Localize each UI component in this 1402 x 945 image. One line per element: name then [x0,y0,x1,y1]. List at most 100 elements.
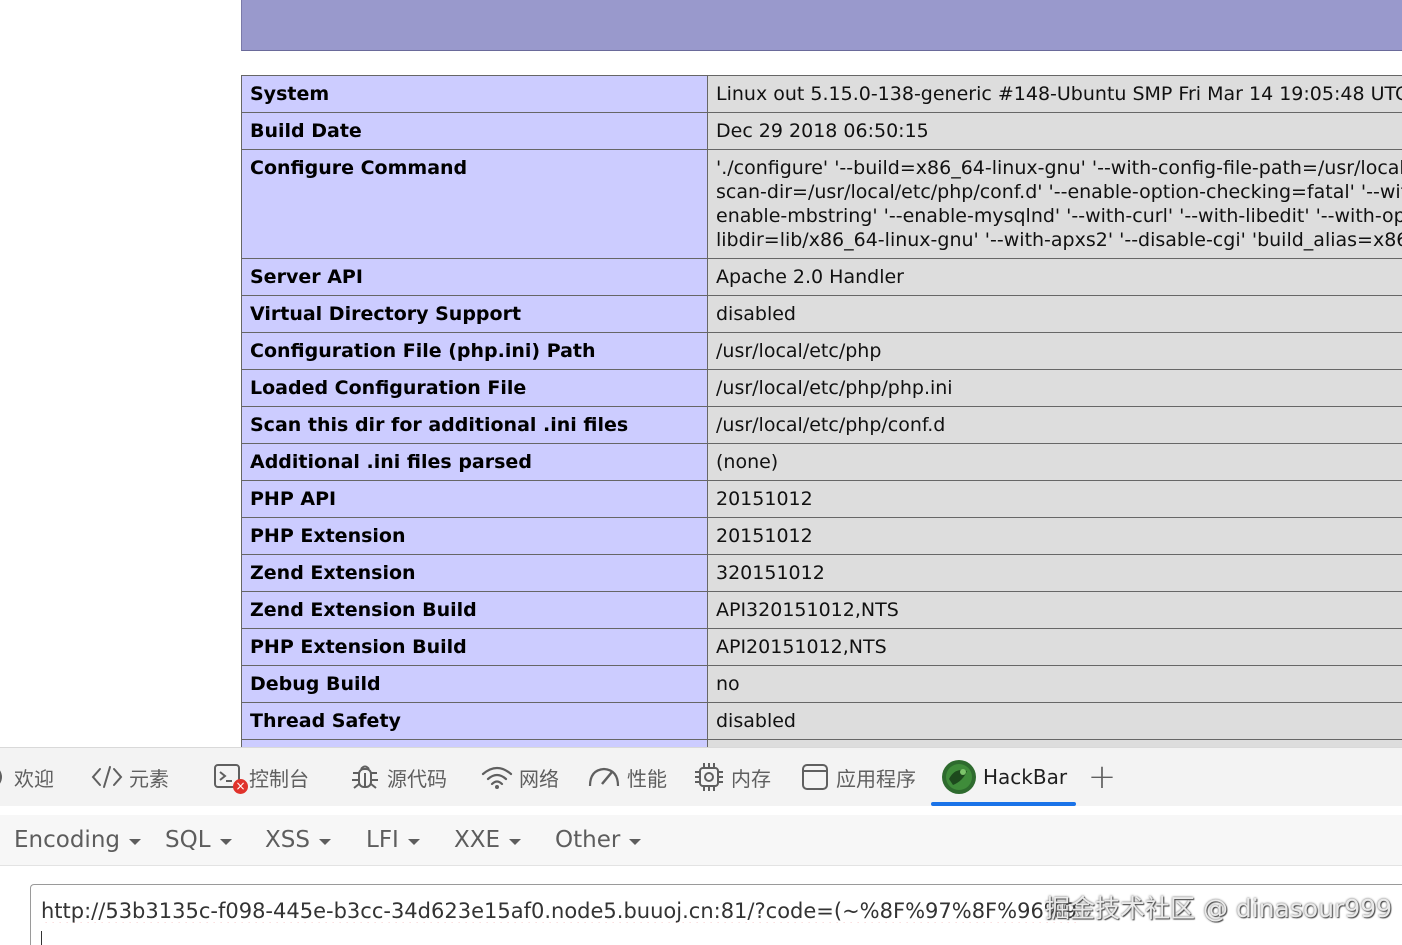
row-key [242,740,708,747]
row-key: PHP Extension Build [242,629,708,665]
chevron-down-icon [629,838,642,845]
gauge-icon [587,764,621,790]
row-value: Linux out 5.15.0-138-generic #148-Ubuntu… [708,76,1402,112]
row-key: Zend Extension [242,555,708,591]
console-icon: × [213,762,248,794]
chevron-down-icon [318,838,331,845]
add-tab-button[interactable]: + [1087,757,1117,797]
xss-menu[interactable]: XSS [265,815,331,865]
row-value: 20151012 [708,481,1402,517]
wifi-icon [481,764,513,790]
tab-performance[interactable]: 性能 [587,748,667,806]
devtools-tab-bar: 欢迎 元素 × 控制台 源代码 网络 性能 内存 应用程序 HackBar + [0,747,1402,806]
table-row: PHP Extension Build API20151012,NTS [242,629,1402,666]
chevron-down-icon [509,838,522,845]
table-row: Server API Apache 2.0 Handler [242,259,1402,296]
row-value: API320151012,NTS [708,592,1402,628]
tab-label: 网络 [519,766,559,791]
row-key: Virtual Directory Support [242,296,708,332]
chevron-down-icon [407,838,420,845]
table-row: System Linux out 5.15.0-138-generic #148-… [242,76,1402,113]
row-value: 20151012 [708,518,1402,554]
tab-label: 性能 [627,766,667,791]
row-key: Configuration File (php.ini) Path [242,333,708,369]
row-key: Loaded Configuration File [242,370,708,406]
row-key: Configure Command [242,150,708,258]
row-value [708,740,1402,747]
row-value: API20151012,NTS [708,629,1402,665]
row-value: disabled [708,296,1402,332]
row-value: disabled [708,703,1402,739]
table-row: Virtual Directory Support disabled [242,296,1402,333]
hackbar-menu-bar: Encoding SQL XSS LFI XXE Other [0,815,1402,866]
table-row: PHP API 20151012 [242,481,1402,518]
welcome-icon [0,764,8,790]
phpinfo-table: System Linux out 5.15.0-138-generic #148-… [241,75,1402,747]
row-key: Thread Safety [242,703,708,739]
table-row [242,740,1402,747]
row-value: 320151012 [708,555,1402,591]
error-badge: × [233,779,248,794]
chevron-down-icon [129,838,141,845]
tab-console[interactable]: × 控制台 [213,748,309,806]
tab-elements[interactable]: 元素 [91,748,169,806]
row-key: PHP Extension [242,518,708,554]
tab-label: HackBar [983,765,1068,789]
xxe-menu[interactable]: XXE [454,815,522,865]
row-value: (none) [708,444,1402,480]
tab-label: 源代码 [387,766,447,791]
bug-icon [349,761,381,793]
row-key: System [242,76,708,112]
row-key: Build Date [242,113,708,149]
row-key: Scan this dir for additional .ini files [242,407,708,443]
row-value: Dec 29 2018 06:50:15 [708,113,1402,149]
chevron-down-icon [219,838,232,845]
table-row: Thread Safety disabled [242,703,1402,740]
hackbar-logo-icon [941,759,977,795]
tab-label: 内存 [731,766,771,791]
table-row: Zend Extension 320151012 [242,555,1402,592]
table-row: Zend Extension Build API320151012,NTS [242,592,1402,629]
plus-icon: + [1087,757,1117,797]
row-value: /usr/local/etc/php/php.ini [708,370,1402,406]
table-row: Configure Command './configure' '--build=… [242,150,1402,259]
app-window-icon [800,762,830,792]
tab-sources[interactable]: 源代码 [349,748,447,806]
table-row: Configuration File (php.ini) Path/usr/lo… [242,333,1402,370]
row-value: /usr/local/etc/php/conf.d [708,407,1402,443]
row-value: /usr/local/etc/php [708,333,1402,369]
table-row: Debug Build no [242,666,1402,703]
lfi-menu[interactable]: LFI [366,815,420,865]
encoding-menu[interactable]: Encoding [14,815,141,865]
row-value: no [708,666,1402,702]
tab-label: 欢迎 [14,766,54,791]
table-row: PHP Extension 20151012 [242,518,1402,555]
other-menu[interactable]: Other [555,815,642,865]
tab-network[interactable]: 网络 [481,748,559,806]
tab-label: 元素 [129,766,169,791]
row-value: Apache 2.0 Handler [708,259,1402,295]
tab-label: 控制台 [249,766,309,791]
row-key: PHP API [242,481,708,517]
row-key: Additional .ini files parsed [242,444,708,480]
phpinfo-header [241,0,1402,51]
table-row: Additional .ini files parsed (none) [242,444,1402,481]
watermark: 掘金技术社区 @ dinasour999 [1045,894,1393,923]
row-key: Server API [242,259,708,295]
tab-welcome[interactable]: 欢迎 [0,748,54,806]
tab-hackbar[interactable]: HackBar [931,748,1076,806]
row-key: Debug Build [242,666,708,702]
table-row: Loaded Configuration File/usr/local/etc/… [242,370,1402,407]
row-key: Zend Extension Build [242,592,708,628]
tab-label: 应用程序 [836,766,916,791]
chip-icon [693,761,725,793]
sql-menu[interactable]: SQL [165,815,232,865]
table-row: Build Date Dec 29 2018 06:50:15 [242,113,1402,150]
table-row: Scan this dir for additional .ini files /… [242,407,1402,444]
tab-memory[interactable]: 内存 [693,748,771,806]
tab-application[interactable]: 应用程序 [800,748,916,806]
text-caret [41,931,42,945]
active-tab-indicator [931,802,1076,806]
row-value: './configure' '--build=x86_64-linux-gnu'… [708,150,1402,258]
code-brackets-icon [91,764,123,790]
